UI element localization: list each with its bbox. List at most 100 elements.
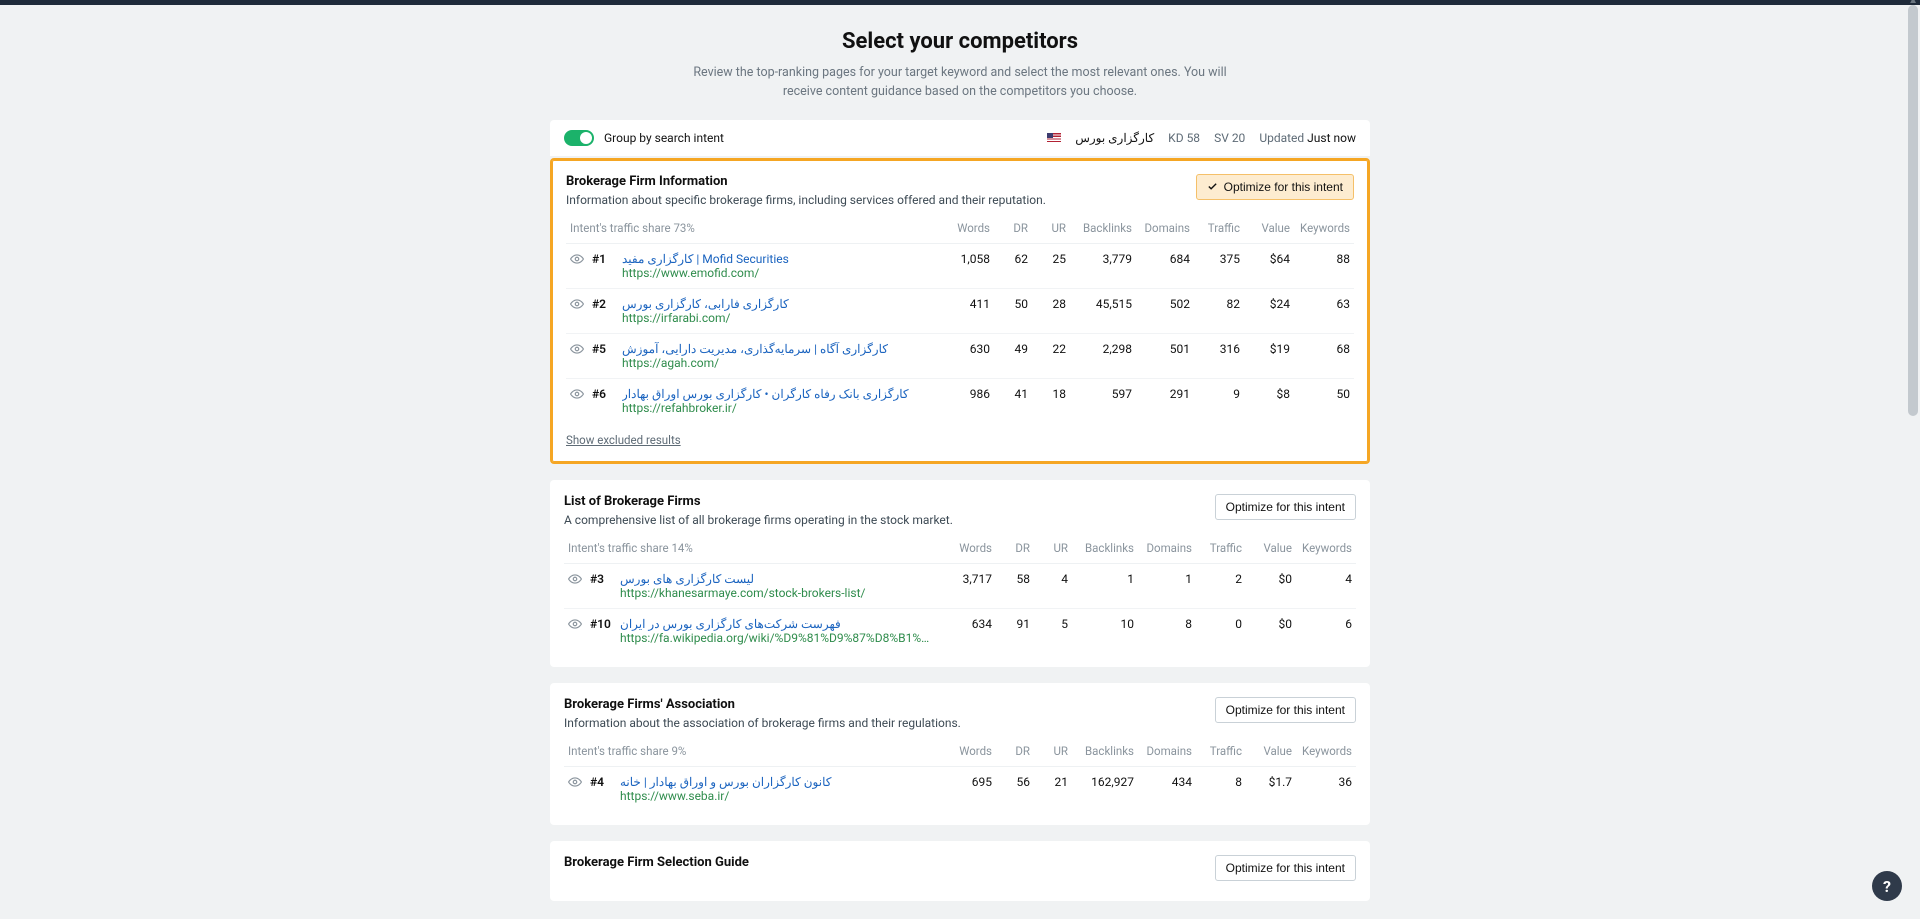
cell-keywords[interactable]: 68 <box>1294 333 1354 378</box>
cell-keywords[interactable]: 50 <box>1294 378 1354 423</box>
group-by-intent-toggle[interactable] <box>564 130 594 146</box>
result-title-link[interactable]: کارگزاری فارابی، کارگزاری بورس <box>622 297 935 311</box>
cell-value: $0 <box>1246 563 1296 608</box>
exclude-toggle-eye-icon[interactable] <box>568 775 582 789</box>
cell-traffic: 8 <box>1196 766 1246 811</box>
optimize-for-intent-button[interactable]: Optimize for this intent <box>1215 697 1356 723</box>
cell-ur: 25 <box>1032 243 1070 288</box>
exclude-toggle-eye-icon[interactable] <box>570 252 584 266</box>
rank: #10 <box>586 608 616 653</box>
result-title-link[interactable]: فهرست شرکت‌های کارگزاری بورس در ایران <box>620 617 937 631</box>
cell-domains[interactable]: 291 <box>1136 378 1194 423</box>
exclude-toggle-eye-icon[interactable] <box>568 572 582 586</box>
scrollbar-track[interactable]: ▲ <box>1906 5 1920 919</box>
optimize-for-intent-button[interactable]: Optimize for this intent <box>1215 494 1356 520</box>
cell-dr: 62 <box>994 243 1032 288</box>
cell-words: 1,058 <box>939 243 994 288</box>
exclude-toggle-eye-icon[interactable] <box>568 617 582 631</box>
col-words: Words <box>939 213 994 244</box>
col-backlinks: Backlinks <box>1070 213 1136 244</box>
cell-domains[interactable]: 502 <box>1136 288 1194 333</box>
cell-traffic: 375 <box>1194 243 1244 288</box>
exclude-toggle-eye-icon[interactable] <box>570 387 584 401</box>
exclude-toggle-eye-icon[interactable] <box>570 342 584 356</box>
cell-backlinks[interactable]: 162,927 <box>1072 766 1138 811</box>
col-words: Words <box>941 736 996 767</box>
intent-group-card: Brokerage Firm InformationInformation ab… <box>550 158 1370 464</box>
cell-backlinks[interactable]: 597 <box>1070 378 1136 423</box>
rank: #4 <box>586 766 616 811</box>
cell-traffic: 9 <box>1194 378 1244 423</box>
cell-backlinks[interactable]: 45,515 <box>1070 288 1136 333</box>
cell-domains[interactable]: 8 <box>1138 608 1196 653</box>
col-traffic: Traffic <box>1194 213 1244 244</box>
cell-domains[interactable]: 434 <box>1138 766 1196 811</box>
page-header: Select your competitors Review the top-r… <box>550 5 1370 120</box>
cell-keywords[interactable]: 36 <box>1296 766 1356 811</box>
optimize-for-intent-button[interactable]: Optimize for this intent <box>1196 174 1354 200</box>
rank: #6 <box>588 378 618 423</box>
cell-dr: 50 <box>994 288 1032 333</box>
cell-words: 695 <box>941 766 996 811</box>
col-words: Words <box>941 533 996 564</box>
result-title-link[interactable]: کانون کارگزاران بورس و اوراق بهادار | خا… <box>620 775 937 789</box>
cell-ur: 5 <box>1034 608 1072 653</box>
cell-dr: 91 <box>996 608 1034 653</box>
result-title-link[interactable]: کارگزاری مفید | Mofid Securities <box>622 252 935 266</box>
optimize-for-intent-button[interactable]: Optimize for this intent <box>1215 855 1356 881</box>
cell-value: $1.7 <box>1246 766 1296 811</box>
cell-traffic: 2 <box>1196 563 1246 608</box>
cell-value: $24 <box>1244 288 1294 333</box>
cell-backlinks[interactable]: 3,779 <box>1070 243 1136 288</box>
cell-keywords[interactable]: 63 <box>1294 288 1354 333</box>
cell-words: 634 <box>941 608 996 653</box>
result-url-link[interactable]: https://www.emofid.com/ <box>622 266 935 280</box>
col-backlinks: Backlinks <box>1072 736 1138 767</box>
updated-metric: Updated Just now <box>1259 131 1356 145</box>
col-domains: Domains <box>1136 213 1194 244</box>
result-url-link[interactable]: https://fa.wikipedia.org/wiki/%D9%81%D9%… <box>620 631 937 645</box>
result-title-link[interactable]: لیست کارگزاری های بورس <box>620 572 937 586</box>
sv-metric: SV 20 <box>1214 131 1245 145</box>
col-traffic: Traffic <box>1196 736 1246 767</box>
col-value: Value <box>1244 213 1294 244</box>
intent-traffic-share: Intent's traffic share 14% <box>564 533 941 564</box>
cell-keywords[interactable]: 6 <box>1296 608 1356 653</box>
cell-domains[interactable]: 684 <box>1136 243 1194 288</box>
scrollbar-thumb[interactable] <box>1908 5 1918 416</box>
result-url-link[interactable]: https://khanesarmaye.com/stock-brokers-l… <box>620 586 937 600</box>
table-row: #4 کانون کارگزاران بورس و اوراق بهادار | … <box>564 766 1356 811</box>
col-value: Value <box>1246 736 1296 767</box>
target-keyword: کارگزاری بورس <box>1075 131 1154 145</box>
cell-traffic: 82 <box>1194 288 1244 333</box>
controls-bar: Group by search intent کارگزاری بورس KD … <box>550 120 1370 156</box>
cell-ur: 18 <box>1032 378 1070 423</box>
cell-backlinks[interactable]: 1 <box>1072 563 1138 608</box>
cell-words: 630 <box>939 333 994 378</box>
exclude-toggle-eye-icon[interactable] <box>570 297 584 311</box>
result-title-link[interactable]: کارگزاری آگاه | سرمایه‌گذاری، مدیریت دار… <box>622 342 935 356</box>
col-ur: UR <box>1034 533 1072 564</box>
cell-backlinks[interactable]: 2,298 <box>1070 333 1136 378</box>
intent-group-title: Brokerage Firm Information <box>566 174 1046 189</box>
cell-backlinks[interactable]: 10 <box>1072 608 1138 653</box>
cell-dr: 41 <box>994 378 1032 423</box>
col-ur: UR <box>1032 213 1070 244</box>
competitor-table: Intent's traffic share 9%WordsDRURBackli… <box>564 736 1356 811</box>
cell-ur: 28 <box>1032 288 1070 333</box>
result-url-link[interactable]: https://www.seba.ir/ <box>620 789 937 803</box>
result-title-link[interactable]: کارگزاری بانک رفاه کارگران • کارگزاری بو… <box>622 387 935 401</box>
cell-domains[interactable]: 1 <box>1138 563 1196 608</box>
result-url-link[interactable]: https://irfarabi.com/ <box>622 311 935 325</box>
show-excluded-link[interactable]: Show excluded results <box>566 433 681 447</box>
cell-keywords[interactable]: 88 <box>1294 243 1354 288</box>
result-url-link[interactable]: https://refahbroker.ir/ <box>622 401 935 415</box>
help-button[interactable]: ? <box>1872 871 1902 901</box>
result-url-link[interactable]: https://agah.com/ <box>622 356 935 370</box>
country-flag-icon <box>1047 133 1061 143</box>
cell-dr: 58 <box>996 563 1034 608</box>
page-title: Select your competitors <box>550 29 1370 54</box>
cell-ur: 22 <box>1032 333 1070 378</box>
cell-keywords[interactable]: 4 <box>1296 563 1356 608</box>
cell-domains[interactable]: 501 <box>1136 333 1194 378</box>
